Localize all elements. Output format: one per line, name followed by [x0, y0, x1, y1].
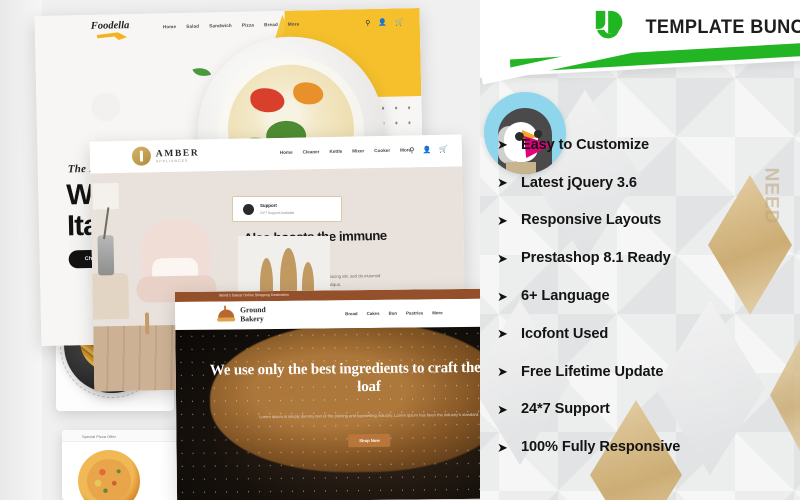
feature-label: Responsive Layouts: [521, 212, 662, 229]
pizza-card-topbar: Special Pizza Offer: [62, 430, 184, 442]
bakery-bread-icon: [217, 305, 236, 324]
arrow-right-icon: ➤: [497, 212, 508, 228]
arrow-right-icon: ➤: [497, 326, 508, 342]
foodella-menu-item[interactable]: Home: [163, 24, 176, 29]
amber-menu-item[interactable]: Cooker: [374, 148, 390, 153]
arrow-right-icon: ➤: [497, 137, 508, 153]
amber-vase: [97, 235, 115, 276]
bakery-menu[interactable]: Bread Cakes Bun Pastries More: [345, 310, 443, 316]
arrow-right-icon: ➤: [497, 288, 508, 304]
foodella-nav-icons[interactable]: ⚲ 👤 🛒: [365, 18, 404, 27]
amber-support-badge: Support 24*7 Support Available: [232, 196, 342, 222]
preview-card-pizza[interactable]: Special Pizza Offer: [62, 430, 184, 500]
bakery-logo-line1: Ground: [240, 305, 266, 315]
user-icon[interactable]: 👤: [378, 19, 387, 27]
feature-label: 24*7 Support: [521, 401, 610, 418]
feature-label: Prestashop 8.1 Ready: [521, 250, 671, 267]
amber-menu-item[interactable]: Home: [280, 150, 293, 155]
arrow-right-icon: ➤: [497, 250, 508, 266]
bakery-cta-button[interactable]: Shop Now: [348, 433, 391, 448]
foodella-menu-item[interactable]: More: [288, 22, 300, 27]
arrow-right-icon: ➤: [497, 175, 508, 191]
bakery-menu-item[interactable]: Pastries: [406, 310, 423, 315]
amber-logo[interactable]: AMBER APPLIANCES: [131, 145, 200, 166]
search-icon[interactable]: ⚲: [365, 19, 370, 27]
bakery-menu-item[interactable]: Cakes: [367, 311, 380, 316]
feature-item-responsive-layouts: ➤ Responsive Layouts: [497, 202, 797, 240]
feature-label: Latest jQuery 3.6: [521, 174, 637, 191]
bakery-menu-item[interactable]: More: [432, 310, 443, 315]
bread-base: [217, 317, 236, 323]
foodella-menu[interactable]: Home Salad Sandwich Pizza Bread More: [163, 22, 300, 30]
bakery-menu-item[interactable]: Bun: [389, 311, 398, 316]
foodella-menu-item[interactable]: Sandwich: [209, 23, 232, 28]
pizza-card-label: Special Pizza Offer: [82, 434, 116, 439]
amber-lamp: [92, 183, 119, 210]
arrow-right-icon: ➤: [497, 439, 508, 455]
bakery-menu-item[interactable]: Bread: [345, 311, 358, 316]
feature-item-prestashop-ready: ➤ Prestashop 8.1 Ready: [497, 239, 797, 277]
amber-menu-item[interactable]: Mixer: [352, 148, 364, 153]
arrow-right-icon: ➤: [497, 364, 508, 380]
amber-menu[interactable]: Home Cleaner Kettle Mixer Cooker More: [280, 147, 411, 155]
amber-menu-item[interactable]: Cleaner: [303, 149, 320, 154]
brand-logo[interactable]: TEMPLATE BUNCH: [592, 8, 800, 46]
template-bunch-logo-icon: [592, 8, 630, 46]
feature-item-free-lifetime-update: ➤ Free Lifetime Update: [497, 353, 797, 391]
feature-item-icofont-used: ➤ Icofont Used: [497, 315, 797, 353]
feature-item-fully-responsive: ➤ 100% Fully Responsive: [497, 428, 797, 466]
amber-logo-text: AMBER: [155, 147, 200, 159]
foodella-menu-item[interactable]: Bread: [264, 22, 278, 27]
feature-item-language: ➤ 6+ Language: [497, 277, 797, 315]
support-headset-icon: [243, 204, 254, 215]
arrow-right-icon: ➤: [497, 401, 508, 417]
bakery-logo-text: Ground Bakery: [240, 305, 266, 324]
amber-nav-icons[interactable]: ⚲ 👤 🛒: [409, 146, 448, 155]
cart-icon[interactable]: 🛒: [439, 146, 448, 154]
feature-list: ➤ Easy to Customize ➤ Latest jQuery 3.6 …: [497, 126, 797, 466]
foodella-menu-item[interactable]: Pizza: [242, 22, 254, 27]
user-icon[interactable]: 👤: [422, 146, 431, 154]
feature-label: Free Lifetime Update: [521, 363, 664, 380]
cart-icon[interactable]: 🛒: [395, 18, 404, 26]
feature-item-easy-to-customize: ➤ Easy to Customize: [497, 126, 797, 164]
foodella-menu-item[interactable]: Salad: [186, 24, 199, 29]
pizza-image: [78, 450, 140, 500]
bakery-topbar-message: World's fastest Online Shopping Destinat…: [218, 293, 289, 298]
bakery-logo[interactable]: Ground Bakery: [217, 305, 266, 324]
foodella-swoosh-icon: [97, 32, 127, 42]
feature-item-latest-jquery: ➤ Latest jQuery 3.6: [497, 164, 797, 202]
amber-badge-subtitle: 24*7 Support Available: [260, 211, 295, 215]
screenshot-canvas: Read More Special Pizza Offer Foodella: [0, 0, 800, 500]
brand-name: TEMPLATE BUNCH: [645, 15, 800, 38]
salad-orange: [292, 81, 324, 105]
amber-menu-item[interactable]: Kettle: [329, 149, 342, 154]
feature-label: 6+ Language: [521, 288, 610, 305]
feature-label: Icofont Used: [521, 325, 609, 342]
amber-side-table: [89, 272, 130, 320]
feature-label: Easy to Customize: [521, 136, 650, 153]
amber-badge-title: Support: [260, 203, 277, 208]
foodella-logo[interactable]: Foodella: [91, 20, 130, 42]
amber-logo-subtext: APPLIANCES: [155, 158, 189, 163]
feature-label: 100% Fully Responsive: [521, 439, 681, 456]
foodella-logo-text: Foodella: [90, 20, 130, 32]
search-icon[interactable]: ⚲: [409, 146, 414, 154]
chair-leg: [144, 312, 150, 335]
feature-item-support: ➤ 24*7 Support: [497, 391, 797, 429]
salad-tomato: [249, 87, 285, 113]
amber-logo-icon: [131, 146, 152, 166]
bakery-logo-line2: Bakery: [240, 314, 264, 324]
